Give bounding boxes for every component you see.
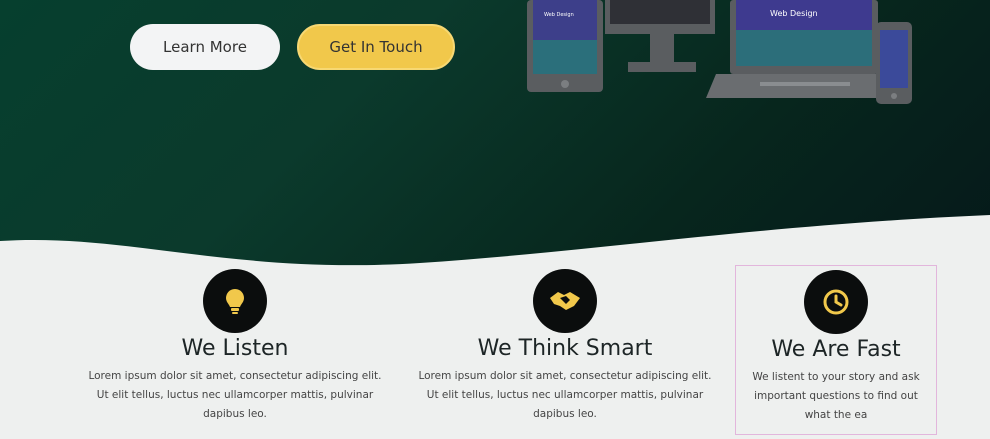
phone-home-button: [891, 93, 897, 99]
laptop-screen-lower: [736, 30, 872, 66]
feature-description: We listent to your story and ask importa…: [752, 371, 920, 421]
devices-illustration: Web Design Web Design: [527, 0, 912, 104]
learn-more-button[interactable]: Learn More: [130, 24, 280, 70]
laptop-keys: [760, 82, 850, 86]
icon-circle: [533, 269, 597, 333]
icon-circle: [203, 269, 267, 333]
phone-screen: [880, 30, 908, 88]
get-in-touch-button[interactable]: Get In Touch: [297, 24, 455, 70]
monitor-screen: [610, 0, 710, 24]
tablet-screen-title: Web Design: [544, 12, 574, 18]
features-section: We Listen Lorem ipsum dolor sit amet, co…: [0, 255, 990, 439]
monitor-base: [628, 62, 696, 72]
laptop-screen-title: Web Design: [770, 9, 818, 18]
feature-title: We Are Fast: [771, 337, 901, 362]
tablet-screen-lower: [533, 40, 597, 74]
monitor-stand: [650, 34, 674, 64]
feature-card-think-smart: We Think Smart Lorem ipsum dolor sit ame…: [400, 269, 730, 424]
page: Learn More Get In Touch Web Design Web D…: [0, 0, 990, 439]
feature-title: We Think Smart: [477, 336, 653, 361]
feature-card-fast: We Are Fast We listent to your story and…: [735, 265, 937, 435]
feature-card-listen: We Listen Lorem ipsum dolor sit amet, co…: [70, 269, 400, 424]
feature-description: Lorem ipsum dolor sit amet, consectetur …: [88, 370, 382, 420]
feature-description: Lorem ipsum dolor sit amet, consectetur …: [418, 370, 712, 420]
icon-circle: [804, 270, 868, 334]
clock-icon: [823, 289, 849, 315]
handshake-icon: [550, 292, 580, 310]
tablet-home-button: [561, 80, 569, 88]
feature-title: We Listen: [181, 336, 289, 361]
lightbulb-icon: [226, 289, 244, 314]
